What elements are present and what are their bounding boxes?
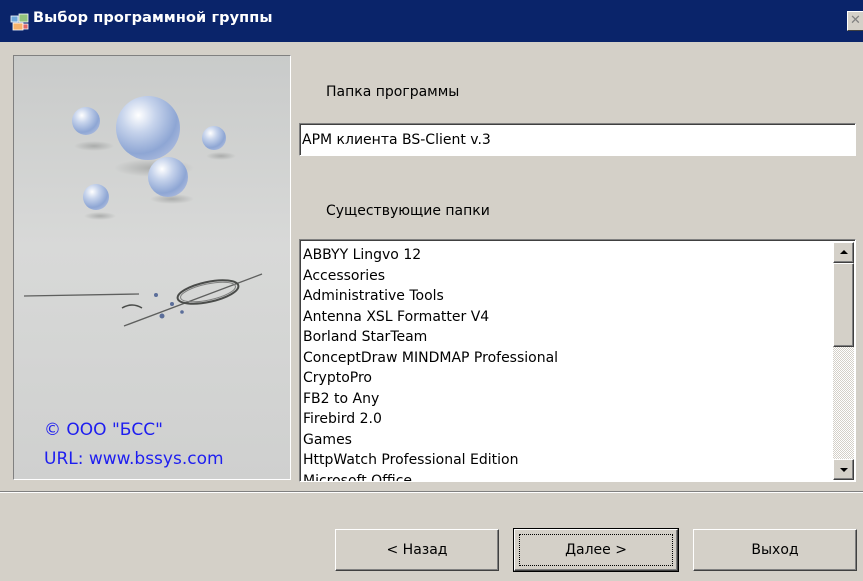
arrow-up-icon [840, 250, 848, 254]
list-items: ABBYY Lingvo 12 Accessories Administrati… [303, 245, 823, 482]
window-title: Выбор программной группы [33, 10, 273, 26]
back-button[interactable]: < Назад [335, 529, 499, 571]
list-item[interactable]: Administrative Tools [303, 286, 823, 307]
list-item[interactable]: CryptoPro [303, 368, 823, 389]
list-item[interactable]: ABBYY Lingvo 12 [303, 245, 823, 266]
list-item[interactable]: Microsoft Office [303, 471, 823, 482]
list-item[interactable]: Firebird 2.0 [303, 409, 823, 430]
close-icon: ✕ [850, 13, 861, 28]
separator [0, 491, 863, 493]
scroll-thumb[interactable] [833, 263, 854, 347]
list-item[interactable]: HttpWatch Professional Edition [303, 450, 823, 471]
scroll-up-button[interactable] [833, 242, 854, 263]
website-url: URL: www.bssys.com [44, 449, 224, 469]
next-button[interactable]: Далее > [513, 528, 679, 572]
list-item[interactable]: ConceptDraw MINDMAP Professional [303, 348, 823, 369]
copyright-text: © ООО "БСС" [44, 420, 163, 440]
list-item[interactable]: FB2 to Any [303, 389, 823, 410]
focus-rectangle [519, 534, 673, 566]
folder-name-input[interactable] [299, 123, 856, 156]
list-item[interactable]: Borland StarTeam [303, 327, 823, 348]
vertical-scrollbar[interactable] [833, 242, 854, 480]
program-group-icon [10, 13, 29, 31]
program-group-dialog: Выбор программной группы ✕ © ООО "БСС" U… [0, 0, 863, 581]
list-item[interactable]: Antenna XSL Formatter V4 [303, 307, 823, 328]
scroll-down-button[interactable] [833, 459, 854, 480]
list-item[interactable]: Accessories [303, 266, 823, 287]
existing-folders-label: Существующие папки [326, 203, 490, 219]
existing-folders-list[interactable]: ABBYY Lingvo 12 Accessories Administrati… [299, 239, 856, 482]
exit-button[interactable]: Выход [693, 529, 857, 571]
folder-label: Папка программы [326, 84, 460, 100]
list-item[interactable]: Games [303, 430, 823, 451]
spheres-illustration [23, 96, 263, 327]
close-button[interactable]: ✕ [847, 11, 863, 31]
decorative-panel: © ООО "БСС" URL: www.bssys.com [13, 55, 291, 480]
arrow-down-icon [840, 468, 848, 472]
title-bar[interactable]: Выбор программной группы ✕ [0, 0, 863, 42]
